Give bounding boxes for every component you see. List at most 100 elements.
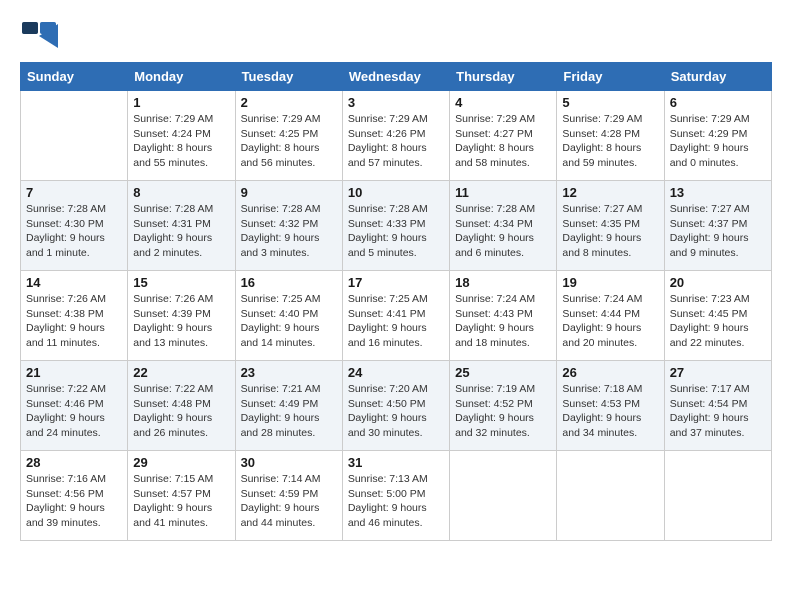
- day-number: 14: [26, 275, 122, 290]
- calendar-week-row: 21 Sunrise: 7:22 AM Sunset: 4:46 PM Dayli…: [21, 361, 772, 451]
- calendar-cell: 21 Sunrise: 7:22 AM Sunset: 4:46 PM Dayli…: [21, 361, 128, 451]
- day-info: Sunrise: 7:26 AM Sunset: 4:38 PM Dayligh…: [26, 292, 122, 351]
- calendar-cell: 13 Sunrise: 7:27 AM Sunset: 4:37 PM Dayli…: [664, 181, 771, 271]
- calendar-cell: 3 Sunrise: 7:29 AM Sunset: 4:26 PM Daylig…: [342, 91, 449, 181]
- calendar-week-row: 14 Sunrise: 7:26 AM Sunset: 4:38 PM Dayli…: [21, 271, 772, 361]
- calendar-cell: 31 Sunrise: 7:13 AM Sunset: 5:00 PM Dayli…: [342, 451, 449, 541]
- day-info: Sunrise: 7:28 AM Sunset: 4:32 PM Dayligh…: [241, 202, 337, 261]
- day-number: 27: [670, 365, 766, 380]
- calendar-week-row: 28 Sunrise: 7:16 AM Sunset: 4:56 PM Dayli…: [21, 451, 772, 541]
- calendar-cell: 8 Sunrise: 7:28 AM Sunset: 4:31 PM Daylig…: [128, 181, 235, 271]
- calendar-cell: 4Sunrise: 7:29 AM Sunset: 4:27 PM Daylig…: [450, 91, 557, 181]
- weekday-header: Friday: [557, 63, 664, 91]
- day-info: Sunrise: 7:29 AM Sunset: 4:25 PM Dayligh…: [241, 112, 337, 171]
- calendar-cell: 28 Sunrise: 7:16 AM Sunset: 4:56 PM Dayli…: [21, 451, 128, 541]
- day-info: Sunrise: 7:29 AM Sunset: 4:29 PM Dayligh…: [670, 112, 766, 171]
- weekday-header: Monday: [128, 63, 235, 91]
- logo: [20, 20, 62, 52]
- logo-icon: [20, 20, 58, 52]
- calendar-cell: 30 Sunrise: 7:14 AM Sunset: 4:59 PM Dayli…: [235, 451, 342, 541]
- calendar-cell: 11 Sunrise: 7:28 AM Sunset: 4:34 PM Dayli…: [450, 181, 557, 271]
- day-number: 1: [133, 95, 229, 110]
- day-info: Sunrise: 7:28 AM Sunset: 4:34 PM Dayligh…: [455, 202, 551, 261]
- calendar-cell: 15 Sunrise: 7:26 AM Sunset: 4:39 PM Dayli…: [128, 271, 235, 361]
- day-number: 2: [241, 95, 337, 110]
- calendar-table: SundayMondayTuesdayWednesdayThursdayFrid…: [20, 62, 772, 541]
- calendar-cell: 2 Sunrise: 7:29 AM Sunset: 4:25 PM Daylig…: [235, 91, 342, 181]
- calendar-cell: [21, 91, 128, 181]
- day-info: Sunrise: 7:23 AM Sunset: 4:45 PM Dayligh…: [670, 292, 766, 351]
- day-number: 30: [241, 455, 337, 470]
- weekday-header: Sunday: [21, 63, 128, 91]
- weekday-header-row: SundayMondayTuesdayWednesdayThursdayFrid…: [21, 63, 772, 91]
- calendar-cell: 24 Sunrise: 7:20 AM Sunset: 4:50 PM Dayli…: [342, 361, 449, 451]
- day-number: 6: [670, 95, 766, 110]
- calendar-cell: 27 Sunrise: 7:17 AM Sunset: 4:54 PM Dayli…: [664, 361, 771, 451]
- calendar-week-row: 1Sunrise: 7:29 AM Sunset: 4:24 PM Daylig…: [21, 91, 772, 181]
- day-number: 3: [348, 95, 444, 110]
- day-number: 17: [348, 275, 444, 290]
- calendar-cell: 9 Sunrise: 7:28 AM Sunset: 4:32 PM Daylig…: [235, 181, 342, 271]
- day-number: 23: [241, 365, 337, 380]
- calendar-cell: 19 Sunrise: 7:24 AM Sunset: 4:44 PM Dayli…: [557, 271, 664, 361]
- calendar-cell: [664, 451, 771, 541]
- day-number: 16: [241, 275, 337, 290]
- day-info: Sunrise: 7:29 AM Sunset: 4:26 PM Dayligh…: [348, 112, 444, 171]
- day-number: 5: [562, 95, 658, 110]
- day-info: Sunrise: 7:18 AM Sunset: 4:53 PM Dayligh…: [562, 382, 658, 441]
- calendar-week-row: 7Sunrise: 7:28 AM Sunset: 4:30 PM Daylig…: [21, 181, 772, 271]
- calendar-cell: 7Sunrise: 7:28 AM Sunset: 4:30 PM Daylig…: [21, 181, 128, 271]
- day-info: Sunrise: 7:27 AM Sunset: 4:37 PM Dayligh…: [670, 202, 766, 261]
- day-info: Sunrise: 7:17 AM Sunset: 4:54 PM Dayligh…: [670, 382, 766, 441]
- day-number: 12: [562, 185, 658, 200]
- day-info: Sunrise: 7:24 AM Sunset: 4:44 PM Dayligh…: [562, 292, 658, 351]
- calendar-cell: 1Sunrise: 7:29 AM Sunset: 4:24 PM Daylig…: [128, 91, 235, 181]
- calendar-cell: 6 Sunrise: 7:29 AM Sunset: 4:29 PM Daylig…: [664, 91, 771, 181]
- day-number: 26: [562, 365, 658, 380]
- day-info: Sunrise: 7:25 AM Sunset: 4:40 PM Dayligh…: [241, 292, 337, 351]
- weekday-header: Wednesday: [342, 63, 449, 91]
- calendar-cell: 17 Sunrise: 7:25 AM Sunset: 4:41 PM Dayli…: [342, 271, 449, 361]
- calendar-cell: [557, 451, 664, 541]
- day-number: 10: [348, 185, 444, 200]
- calendar-cell: 26 Sunrise: 7:18 AM Sunset: 4:53 PM Dayli…: [557, 361, 664, 451]
- day-number: 28: [26, 455, 122, 470]
- calendar-cell: 10 Sunrise: 7:28 AM Sunset: 4:33 PM Dayli…: [342, 181, 449, 271]
- day-info: Sunrise: 7:20 AM Sunset: 4:50 PM Dayligh…: [348, 382, 444, 441]
- day-info: Sunrise: 7:24 AM Sunset: 4:43 PM Dayligh…: [455, 292, 551, 351]
- day-info: Sunrise: 7:29 AM Sunset: 4:27 PM Dayligh…: [455, 112, 551, 171]
- day-info: Sunrise: 7:21 AM Sunset: 4:49 PM Dayligh…: [241, 382, 337, 441]
- calendar-cell: 20Sunrise: 7:23 AM Sunset: 4:45 PM Dayli…: [664, 271, 771, 361]
- day-number: 15: [133, 275, 229, 290]
- day-number: 18: [455, 275, 551, 290]
- day-info: Sunrise: 7:15 AM Sunset: 4:57 PM Dayligh…: [133, 472, 229, 531]
- day-info: Sunrise: 7:25 AM Sunset: 4:41 PM Dayligh…: [348, 292, 444, 351]
- calendar-cell: 12Sunrise: 7:27 AM Sunset: 4:35 PM Dayli…: [557, 181, 664, 271]
- day-number: 8: [133, 185, 229, 200]
- day-info: Sunrise: 7:13 AM Sunset: 5:00 PM Dayligh…: [348, 472, 444, 531]
- day-info: Sunrise: 7:14 AM Sunset: 4:59 PM Dayligh…: [241, 472, 337, 531]
- calendar-cell: 5Sunrise: 7:29 AM Sunset: 4:28 PM Daylig…: [557, 91, 664, 181]
- page-header: [20, 20, 772, 52]
- day-number: 25: [455, 365, 551, 380]
- day-info: Sunrise: 7:28 AM Sunset: 4:31 PM Dayligh…: [133, 202, 229, 261]
- day-number: 9: [241, 185, 337, 200]
- calendar-cell: 14 Sunrise: 7:26 AM Sunset: 4:38 PM Dayli…: [21, 271, 128, 361]
- calendar-cell: 16 Sunrise: 7:25 AM Sunset: 4:40 PM Dayli…: [235, 271, 342, 361]
- day-number: 24: [348, 365, 444, 380]
- day-number: 19: [562, 275, 658, 290]
- day-info: Sunrise: 7:28 AM Sunset: 4:33 PM Dayligh…: [348, 202, 444, 261]
- day-number: 31: [348, 455, 444, 470]
- day-info: Sunrise: 7:19 AM Sunset: 4:52 PM Dayligh…: [455, 382, 551, 441]
- day-info: Sunrise: 7:28 AM Sunset: 4:30 PM Dayligh…: [26, 202, 122, 261]
- calendar-cell: 29 Sunrise: 7:15 AM Sunset: 4:57 PM Dayli…: [128, 451, 235, 541]
- calendar-cell: 25 Sunrise: 7:19 AM Sunset: 4:52 PM Dayli…: [450, 361, 557, 451]
- day-number: 29: [133, 455, 229, 470]
- day-number: 13: [670, 185, 766, 200]
- day-info: Sunrise: 7:16 AM Sunset: 4:56 PM Dayligh…: [26, 472, 122, 531]
- day-info: Sunrise: 7:26 AM Sunset: 4:39 PM Dayligh…: [133, 292, 229, 351]
- day-info: Sunrise: 7:22 AM Sunset: 4:46 PM Dayligh…: [26, 382, 122, 441]
- day-number: 21: [26, 365, 122, 380]
- weekday-header: Tuesday: [235, 63, 342, 91]
- day-number: 11: [455, 185, 551, 200]
